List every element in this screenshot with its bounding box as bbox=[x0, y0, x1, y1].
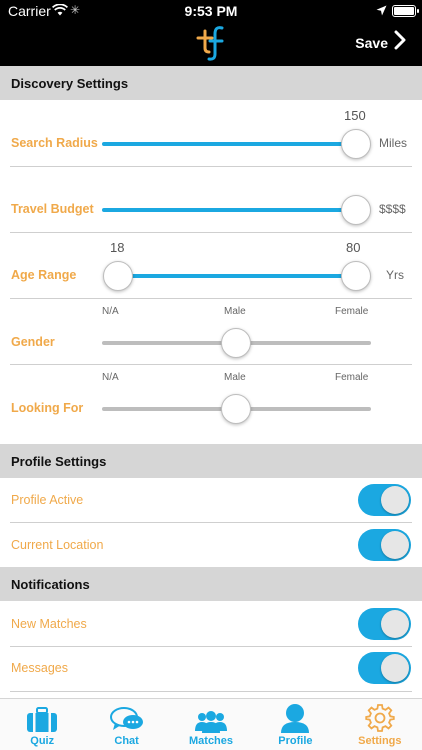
age-range-track[interactable] bbox=[118, 274, 356, 278]
looking-for-option-male: Male bbox=[224, 372, 246, 383]
divider bbox=[10, 364, 412, 365]
age-range-min-value: 18 bbox=[110, 240, 125, 255]
suitcase-icon bbox=[26, 707, 58, 733]
messages-label: Messages bbox=[11, 661, 68, 675]
divider bbox=[10, 522, 412, 523]
battery-icon bbox=[392, 5, 419, 17]
discovery-settings-header: Discovery Settings bbox=[0, 66, 422, 100]
new-matches-label: New Matches bbox=[11, 617, 87, 631]
search-radius-value: 150 bbox=[344, 108, 366, 123]
age-range-label: Age Range bbox=[11, 268, 77, 282]
search-radius-track[interactable] bbox=[102, 142, 356, 146]
tab-chat-label: Chat bbox=[114, 735, 139, 747]
divider bbox=[10, 691, 412, 692]
tab-settings-label: Settings bbox=[358, 735, 402, 747]
divider bbox=[10, 298, 412, 299]
top-bar: Carrier ✳ 9:53 PM Save bbox=[0, 0, 422, 66]
gender-option-male: Male bbox=[224, 306, 246, 317]
chevron-right-icon bbox=[394, 30, 406, 55]
save-button[interactable]: Save bbox=[355, 30, 406, 55]
age-range-min-thumb[interactable] bbox=[103, 261, 133, 291]
tab-profile-label: Profile bbox=[278, 735, 313, 747]
tab-bar: Quiz Chat Matches Profile Settings bbox=[0, 698, 422, 750]
profile-settings-header: Profile Settings bbox=[0, 444, 422, 478]
chat-bubbles-icon bbox=[109, 707, 144, 733]
new-matches-toggle[interactable] bbox=[358, 608, 411, 640]
divider bbox=[10, 232, 412, 233]
age-range-max-thumb[interactable] bbox=[341, 261, 371, 291]
gender-thumb[interactable] bbox=[221, 328, 251, 358]
gender-label: Gender bbox=[11, 335, 55, 349]
search-radius-unit: Miles bbox=[379, 136, 408, 150]
tab-chat[interactable]: Chat bbox=[84, 699, 168, 750]
looking-for-label: Looking For bbox=[11, 401, 84, 415]
age-range-max-value: 80 bbox=[346, 240, 361, 255]
gender-option-na: N/A bbox=[102, 306, 119, 317]
toggle-knob bbox=[381, 531, 409, 559]
profile-active-toggle[interactable] bbox=[358, 484, 411, 516]
location-arrow-icon bbox=[376, 3, 387, 19]
toggle-knob bbox=[381, 610, 409, 638]
toggle-knob bbox=[381, 654, 409, 682]
gear-icon bbox=[365, 703, 395, 733]
tab-profile[interactable]: Profile bbox=[253, 699, 337, 750]
messages-toggle[interactable] bbox=[358, 652, 411, 684]
travel-budget-label: Travel Budget bbox=[11, 202, 94, 216]
age-range-unit: Yrs bbox=[386, 268, 404, 282]
travel-budget-unit: $$$$ bbox=[379, 202, 406, 216]
search-radius-label: Search Radius bbox=[11, 136, 98, 150]
profile-active-label: Profile Active bbox=[11, 493, 84, 507]
save-label: Save bbox=[355, 34, 388, 51]
tab-quiz-label: Quiz bbox=[30, 735, 55, 747]
tab-settings[interactable]: Settings bbox=[338, 699, 422, 750]
travel-budget-thumb[interactable] bbox=[341, 195, 371, 225]
person-icon bbox=[280, 703, 310, 733]
tab-quiz[interactable]: Quiz bbox=[0, 699, 84, 750]
notifications-header: Notifications bbox=[0, 567, 422, 601]
status-time: 9:53 PM bbox=[184, 3, 238, 19]
gender-option-female: Female bbox=[335, 306, 369, 317]
app-logo-icon bbox=[196, 24, 226, 62]
search-radius-thumb[interactable] bbox=[341, 129, 371, 159]
divider bbox=[10, 166, 412, 167]
divider bbox=[10, 646, 412, 647]
toggle-knob bbox=[381, 486, 409, 514]
status-bar: Carrier ✳ 9:53 PM bbox=[0, 0, 422, 22]
tab-matches-label: Matches bbox=[189, 735, 234, 747]
group-icon bbox=[194, 709, 228, 733]
looking-for-thumb[interactable] bbox=[221, 394, 251, 424]
travel-budget-track[interactable] bbox=[102, 208, 356, 212]
tab-matches[interactable]: Matches bbox=[169, 699, 253, 750]
current-location-toggle[interactable] bbox=[358, 529, 411, 561]
looking-for-option-female: Female bbox=[335, 372, 369, 383]
current-location-label: Current Location bbox=[11, 538, 104, 552]
looking-for-option-na: N/A bbox=[102, 372, 119, 383]
